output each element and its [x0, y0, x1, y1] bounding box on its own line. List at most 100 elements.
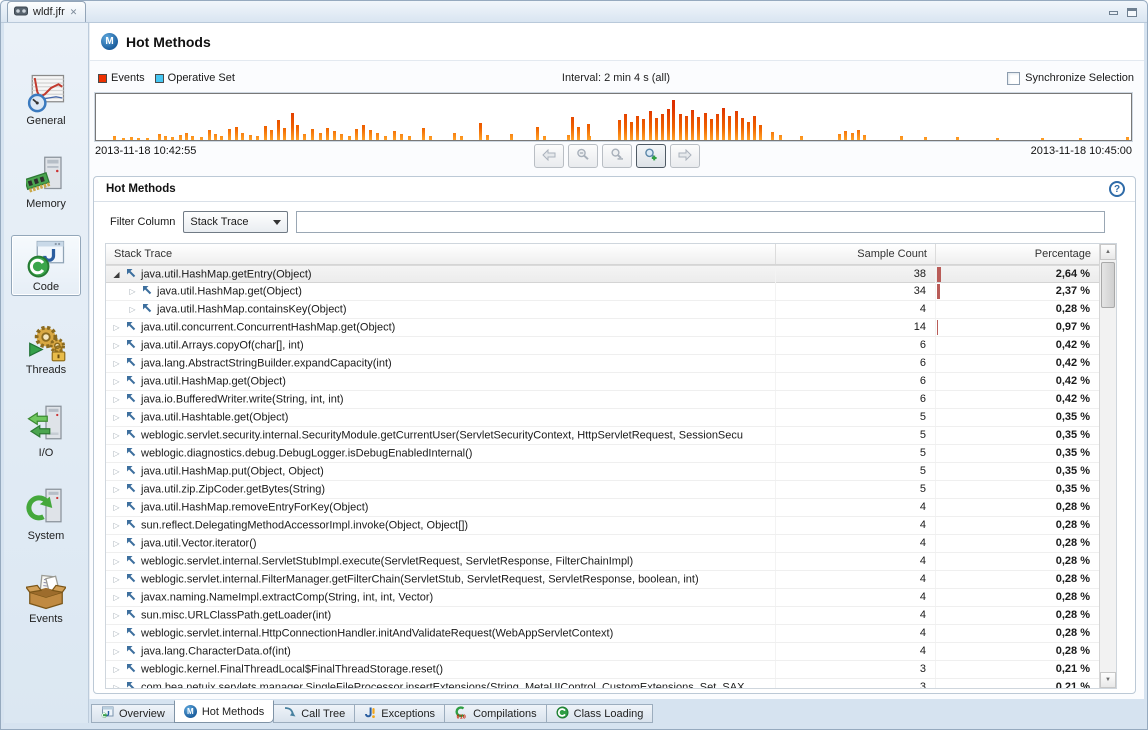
table-row[interactable]: ▷weblogic.servlet.internal.FilterManager…: [106, 571, 1099, 589]
column-header-percentage[interactable]: Percentage: [936, 244, 1099, 264]
expand-toggle-icon[interactable]: ▷: [109, 643, 124, 660]
maximize-icon[interactable]: [1127, 8, 1137, 17]
timeline-bar: [655, 118, 658, 140]
tab-call-tree[interactable]: Call Tree: [273, 704, 355, 723]
expand-toggle-icon[interactable]: ▷: [109, 463, 124, 480]
table-row[interactable]: ▷java.util.Vector.iterator() 4 0,28 %: [106, 535, 1099, 553]
sidebar-item-general[interactable]: General: [11, 69, 81, 130]
zoom-selection-button[interactable]: [602, 144, 632, 168]
table-row[interactable]: ▷java.util.HashMap.get(Object) 6 0,42 %: [106, 373, 1099, 391]
expand-toggle-icon[interactable]: ▷: [109, 427, 124, 444]
timeline-start-time: 2013-11-18 10:42:55: [95, 145, 196, 159]
app-window: wldf.jfr ✕ General Memory Code Threads: [0, 0, 1148, 730]
timeline-bar: [630, 122, 633, 140]
expand-toggle-icon[interactable]: ▷: [109, 319, 124, 336]
timeline-bar: [956, 137, 959, 140]
table-row[interactable]: ▷java.util.HashMap.containsKey(Object) 4…: [106, 301, 1099, 319]
expand-toggle-icon[interactable]: ▷: [109, 355, 124, 372]
table-row[interactable]: ◢java.util.HashMap.getEntry(Object) 38 2…: [106, 265, 1099, 283]
expand-toggle-icon[interactable]: ▷: [109, 553, 124, 570]
sidebar-item-memory[interactable]: Memory: [11, 152, 81, 213]
help-icon[interactable]: [1109, 181, 1125, 197]
sidebar-item-label: Code: [33, 281, 59, 293]
expand-toggle-icon[interactable]: ▷: [109, 535, 124, 552]
timeline-bar: [179, 135, 182, 140]
expand-toggle-icon[interactable]: ▷: [109, 607, 124, 624]
method-name: weblogic.servlet.internal.HttpConnection…: [141, 627, 613, 639]
table-row[interactable]: ▷java.io.BufferedWriter.write(String, in…: [106, 391, 1099, 409]
tab-overview[interactable]: Overview: [91, 704, 175, 723]
vertical-scrollbar[interactable]: ▲ ▼: [1099, 244, 1116, 688]
close-icon[interactable]: ✕: [70, 7, 78, 18]
table-row[interactable]: ▷java.util.Arrays.copyOf(char[], int) 6 …: [106, 337, 1099, 355]
table-row[interactable]: ▷java.util.HashMap.get(Object) 34 2,37 %: [106, 283, 1099, 301]
sidebar-item-threads[interactable]: Threads: [11, 318, 81, 379]
sidebar-item-system[interactable]: System: [11, 484, 81, 545]
tab-exceptions[interactable]: Exceptions: [354, 704, 445, 723]
column-header-sample-count[interactable]: Sample Count: [776, 244, 936, 264]
expand-toggle-icon[interactable]: ▷: [109, 661, 124, 678]
table-row[interactable]: ▷com.bea.netuix.servlets.manager.SingleF…: [106, 679, 1099, 688]
expand-toggle-icon[interactable]: ▷: [109, 391, 124, 408]
table-row[interactable]: ▷java.util.HashMap.removeEntryForKey(Obj…: [106, 499, 1099, 517]
scroll-up-icon[interactable]: ▲: [1100, 244, 1116, 260]
expand-toggle-icon[interactable]: ▷: [109, 589, 124, 606]
expand-toggle-icon[interactable]: ▷: [109, 445, 124, 462]
table-row[interactable]: ▷weblogic.servlet.internal.ServletStubIm…: [106, 553, 1099, 571]
table-row[interactable]: ▷weblogic.kernel.FinalThreadLocal$FinalT…: [106, 661, 1099, 679]
tab-compilations[interactable]: 010 Compilations: [444, 704, 547, 723]
sidebar-item-code[interactable]: Code: [11, 235, 81, 296]
sidebar-item-i-o[interactable]: I/O: [11, 401, 81, 462]
filter-text-input[interactable]: [296, 211, 1105, 233]
expand-toggle-icon[interactable]: ▷: [109, 373, 124, 390]
table-row[interactable]: ▷javax.naming.NameImpl.extractComp(Strin…: [106, 589, 1099, 607]
expand-toggle-icon[interactable]: ◢: [109, 266, 124, 283]
expand-toggle-icon[interactable]: ▷: [109, 571, 124, 588]
percentage-cell: 0,28 %: [936, 535, 1099, 552]
scroll-down-icon[interactable]: ▼: [1100, 672, 1116, 688]
tab-class-loading[interactable]: Class Loading: [546, 704, 654, 723]
expand-toggle-icon[interactable]: ▷: [109, 481, 124, 498]
method-icon: [126, 554, 137, 570]
editor-tab-wldf[interactable]: wldf.jfr ✕: [7, 1, 86, 22]
timeline-bar: [479, 123, 482, 140]
table-row[interactable]: ▷sun.misc.URLClassPath.getLoader(int) 4 …: [106, 607, 1099, 625]
table-row[interactable]: ▷java.util.zip.ZipCoder.getBytes(String)…: [106, 481, 1099, 499]
table-row[interactable]: ▷ weblogic.servlet.internal.HttpConnectio…: [106, 625, 1099, 643]
expand-toggle-icon[interactable]: ▷: [125, 301, 140, 318]
table-row[interactable]: ▷java.util.Hashtable.get(Object) 5 0,35 …: [106, 409, 1099, 427]
timeline-bar: [296, 125, 299, 140]
table-row[interactable]: ▷weblogic.diagnostics.debug.DebugLogger.…: [106, 445, 1099, 463]
minimize-icon[interactable]: [1109, 11, 1118, 15]
expand-toggle-icon[interactable]: ▷: [109, 679, 124, 688]
percentage-cell: 0,97 %: [936, 319, 1099, 336]
column-header-stack-trace[interactable]: Stack Trace: [106, 244, 776, 264]
table-row[interactable]: ▷java.lang.CharacterData.of(int) 4 0,28 …: [106, 643, 1099, 661]
sync-selection-checkbox[interactable]: [1007, 72, 1020, 85]
timeline-bar: [319, 133, 322, 140]
zoom-in-button[interactable]: [636, 144, 666, 168]
events-timeline-chart[interactable]: [95, 93, 1132, 141]
sample-count-cell: 4: [776, 499, 936, 516]
table-row[interactable]: ▷weblogic.servlet.security.internal.Secu…: [106, 427, 1099, 445]
filter-column-dropdown[interactable]: Stack Trace: [183, 211, 288, 233]
expand-toggle-icon[interactable]: ▷: [109, 625, 124, 642]
timeline-bar: [214, 134, 217, 140]
sidebar-item-events[interactable]: Events: [11, 567, 81, 628]
zoom-out-button[interactable]: [568, 144, 598, 168]
table-row[interactable]: ▷sun.reflect.DelegatingMethodAccessorImp…: [106, 517, 1099, 535]
scrollbar-thumb[interactable]: [1101, 262, 1115, 308]
table-row[interactable]: ▷java.util.concurrent.ConcurrentHashMap.…: [106, 319, 1099, 337]
method-icon: [126, 320, 137, 336]
expand-toggle-icon[interactable]: ▷: [109, 409, 124, 426]
expand-toggle-icon[interactable]: ▷: [109, 337, 124, 354]
forward-arrow-button[interactable]: [670, 144, 700, 168]
expand-toggle-icon[interactable]: ▷: [109, 499, 124, 516]
tab-hot-methods[interactable]: M Hot Methods: [174, 700, 274, 723]
expand-toggle-icon[interactable]: ▷: [125, 283, 140, 300]
page-title-band: M Hot Methods: [90, 23, 1144, 61]
back-arrow-button[interactable]: [534, 144, 564, 168]
expand-toggle-icon[interactable]: ▷: [109, 517, 124, 534]
table-row[interactable]: ▷java.util.HashMap.put(Object, Object) 5…: [106, 463, 1099, 481]
table-row[interactable]: ▷java.lang.AbstractStringBuilder.expandC…: [106, 355, 1099, 373]
